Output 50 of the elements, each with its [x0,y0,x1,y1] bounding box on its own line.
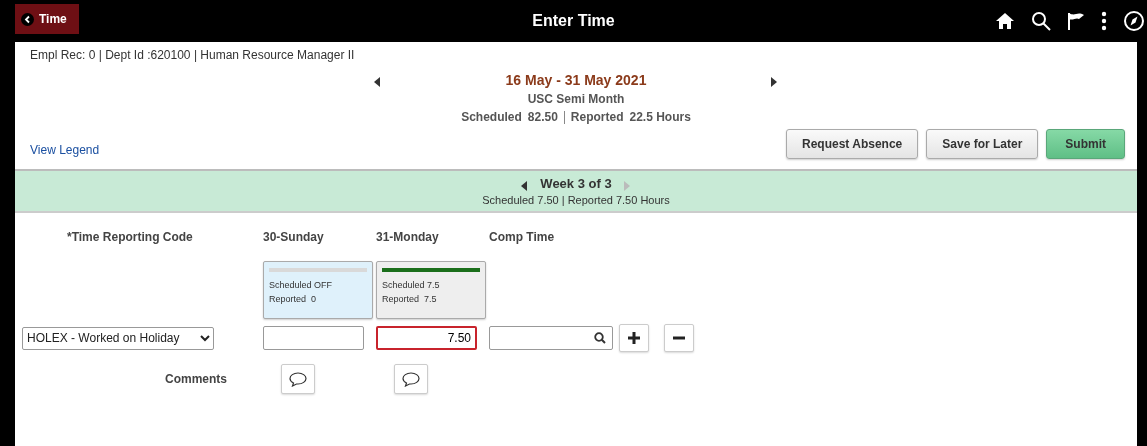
plus-icon [627,331,641,345]
scheduled-text: Scheduled OFF [269,280,334,290]
reported-text: Reported 0 [269,294,318,304]
search-icon[interactable] [1031,11,1051,31]
comment-button[interactable] [281,364,315,394]
comp-time-field[interactable] [489,326,613,350]
add-row-button[interactable] [619,324,649,352]
reported-value: 22.5 Hours [629,110,691,124]
comments-label: Comments [164,372,227,386]
column-header: 30-Sunday [263,230,324,244]
previous-arrow[interactable] [374,77,382,87]
speech-bubble-icon [402,371,420,387]
reported-label: Reported [570,110,624,124]
left-arrow-icon [521,181,529,191]
scheduled-label: Scheduled [461,110,522,124]
submit-button[interactable]: Submit [1046,129,1125,159]
scheduled-text: Scheduled 7.5 [382,280,441,290]
search-icon [594,332,606,344]
home-icon[interactable] [995,12,1015,30]
more-icon[interactable] [1101,11,1107,31]
view-legend-link[interactable]: View Legend [30,143,100,157]
action-button[interactable]: Save for Later [926,129,1039,159]
speech-bubble-icon [289,371,307,387]
previous-arrow[interactable] [521,181,529,191]
remove-row-button[interactable] [664,324,694,352]
page-title: Enter Time [532,12,615,29]
reported-text: Reported 7.5 [382,294,438,304]
column-header: Comp Time [489,230,555,244]
back-icon [21,12,34,26]
column-header: 31-Monday [376,230,439,244]
day-card[interactable]: Scheduled 7.5 Reported 7.5 [376,261,486,319]
time-code-dropdown[interactable]: HOLEX - Worked on Holiday [22,326,214,350]
right-arrow-icon [623,181,631,191]
schedule-name: USC Semi Month [527,92,625,106]
flag-icon[interactable] [1067,11,1085,31]
day-card[interactable]: Scheduled OFF Reported 0 [263,261,373,319]
hours-field[interactable]: 7.50 [376,326,477,350]
left-arrow-icon [374,77,382,87]
week-summary: Scheduled 7.50 | Reported 7.50 Hours [482,194,670,206]
job-info: Empl Rec: 0 | Dept Id :620100 | Human Resource Manager II [29,47,356,62]
hours-field[interactable] [263,326,364,350]
period-range: 16 May - 31 May 2021 [505,72,647,88]
column-header: *Time Reporting Code [67,230,193,244]
compass-icon[interactable] [1123,10,1145,32]
back-button[interactable]: Time [15,4,79,34]
scheduled-value: 82.50 [527,110,558,124]
action-button[interactable]: Request Absence [786,129,919,159]
comment-button[interactable] [394,364,428,394]
right-arrow-icon [770,77,778,87]
week-label: Week 3 of 3 [540,176,612,191]
